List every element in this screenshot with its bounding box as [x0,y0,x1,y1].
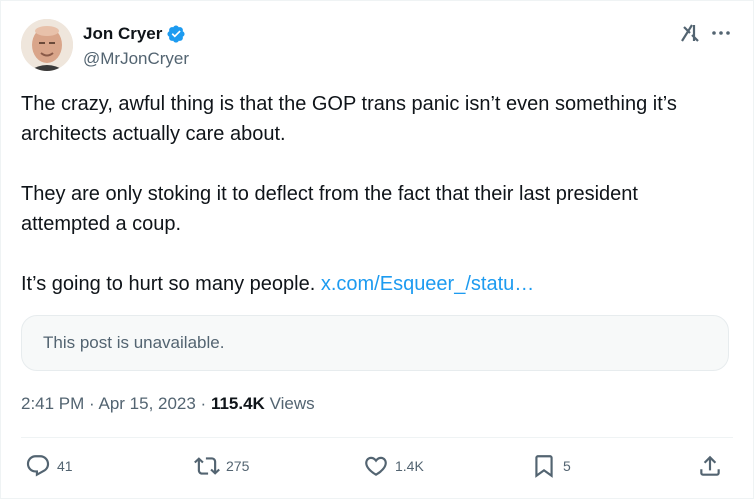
tweet-paragraph: The crazy, awful thing is that the GOP t… [21,93,677,145]
views-label: Views [264,394,315,413]
grok-icon[interactable] [679,21,703,45]
bookmark-button[interactable]: 5 [531,453,571,479]
tweet-paragraph-last: It’s going to hurt so many people. x.com… [21,269,731,299]
author-name[interactable]: Jon Cryer [83,24,162,44]
bookmark-count: 5 [563,458,571,474]
bookmark-icon [535,455,553,478]
author-handle[interactable]: @MrJonCryer [83,49,189,69]
tweet-header: Jon Cryer @MrJonCryer [21,19,733,75]
repost-icon [194,457,220,475]
share-icon [700,455,720,476]
tweet-link[interactable]: x.com/Esqueer_/statu… [321,273,534,295]
like-button[interactable]: 1.4K [363,453,424,479]
reply-icon [26,455,50,477]
author-info: Jon Cryer @MrJonCryer [83,23,189,69]
tweet-meta: 2:41 PM · Apr 15, 2023 · 115.4K Views [21,394,315,414]
tweet-paragraph: They are only stoking it to deflect from… [21,183,638,235]
timestamp[interactable]: 2:41 PM · Apr 15, 2023 · [21,394,211,413]
views-count: 115.4K [210,394,265,413]
like-count: 1.4K [395,458,424,474]
unavailable-post-card: This post is unavailable. [21,315,729,371]
reply-button[interactable]: 41 [25,453,73,479]
repost-button[interactable]: 275 [194,453,249,479]
action-bar: 41 275 1.4K 5 [21,453,733,481]
unavailable-post-text: This post is unavailable. [43,333,225,352]
repost-count: 275 [226,458,250,474]
tweet-card: Jon Cryer @MrJonCryer The crazy, awful t… [0,0,754,499]
avatar[interactable] [21,19,73,71]
verified-badge-icon[interactable] [166,24,186,44]
more-icon[interactable] [709,21,733,45]
like-icon [365,456,387,476]
divider [21,437,733,438]
name-row: Jon Cryer [83,23,189,45]
header-actions [679,21,733,45]
tweet-paragraph-text: It’s going to hurt so many people. [21,273,321,295]
tweet-text: The crazy, awful thing is that the GOP t… [21,89,731,299]
share-button[interactable] [697,453,723,479]
reply-count: 41 [57,458,73,474]
